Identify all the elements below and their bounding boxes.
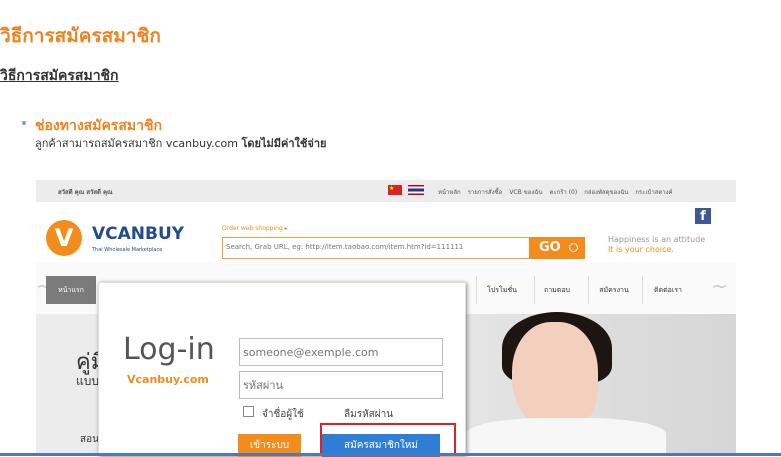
- thailand-flag-icon[interactable]: [408, 185, 424, 195]
- page-subtitle-link[interactable]: วิธีการสมัครสมาชิก: [0, 65, 119, 87]
- go-button[interactable]: GO: [529, 237, 585, 259]
- top-link-orders[interactable]: รายการสั่งซื้อ: [468, 187, 503, 197]
- top-link-cart[interactable]: ตะกร้า (0): [549, 187, 577, 197]
- nav-item-jobs[interactable]: สมัครงาน: [588, 276, 639, 304]
- remember-label: จำชื่อผู้ใช้: [262, 409, 304, 420]
- email-field[interactable]: [239, 338, 443, 366]
- logo-subtitle: Thai Wholesale Marketplace: [92, 247, 163, 253]
- banner-subtitle: แบบ: [76, 374, 99, 388]
- nav-right-ornament-icon: ~: [711, 274, 728, 298]
- china-flag-icon[interactable]: [388, 185, 402, 195]
- section-desc-text: ลูกค้าสามารถสมัครสมาชิก vcanbuy.com: [35, 137, 238, 150]
- top-link-home[interactable]: หน้าหลัก: [438, 187, 461, 197]
- forgot-password-link[interactable]: ลืมรหัสผ่าน: [344, 407, 393, 422]
- password-field[interactable]: [239, 371, 443, 399]
- remember-checkbox[interactable]: [243, 406, 254, 417]
- bullet-icon: [22, 121, 26, 125]
- top-links: หน้าหลัก รายการสั่งซื้อ VCB ของฉัน ตะกร้…: [438, 187, 673, 197]
- login-title: Log-in: [123, 332, 215, 367]
- search-icon: [569, 243, 578, 252]
- page-title: วิธีการสมัครสมาชิก: [0, 25, 161, 47]
- top-link-my-vcb[interactable]: VCB ของฉัน: [509, 187, 542, 197]
- vcanbuy-logo-icon[interactable]: V: [46, 220, 82, 256]
- login-subtitle: Vcanbuy.com: [127, 373, 209, 386]
- nav-item-contact[interactable]: ติดต่อเรา: [642, 276, 693, 304]
- nav-item-home[interactable]: หน้าแรก: [46, 276, 96, 304]
- register-highlight-box: [320, 423, 456, 456]
- section-description: ลูกค้าสามารถสมัครสมาชิก vcanbuy.com โดยไ…: [35, 134, 326, 152]
- top-link-wallet[interactable]: กระเป๋าสตางค์: [635, 187, 672, 197]
- screenshot-header: V VCANBUY Thai Wholesale Marketplace Ord…: [36, 202, 736, 262]
- slogan-line-2: It is your choice.: [608, 245, 674, 254]
- model-shirt: [466, 418, 666, 456]
- section-desc-bold: โดยไม่มีค่าใช้จ่าย: [241, 137, 327, 150]
- order-label: Order web shopping ▸: [222, 225, 288, 232]
- nav-item-faq[interactable]: ถามตอบ: [534, 276, 579, 304]
- facebook-icon[interactable]: f: [695, 208, 711, 224]
- go-label: GO: [539, 240, 561, 255]
- search-input[interactable]: [223, 238, 529, 256]
- nav-item-promotion[interactable]: โปรโมชั่น: [476, 276, 527, 304]
- logo-text[interactable]: VCANBUY: [92, 224, 184, 244]
- slogan-line-1: Happiness is an attitude: [608, 235, 706, 244]
- top-link-parcels[interactable]: กล่องพัสดุของฉัน: [584, 187, 628, 197]
- screenshot-topbar: สวัสดี คุณ สวัสดี คุณ หน้าหลัก รายการสั่…: [36, 180, 736, 202]
- model-photo: [512, 322, 598, 432]
- greeting-text: สวัสดี คุณ สวัสดี คุณ: [58, 189, 113, 196]
- search-box: [222, 237, 534, 259]
- banner-caption: สอน: [80, 434, 99, 445]
